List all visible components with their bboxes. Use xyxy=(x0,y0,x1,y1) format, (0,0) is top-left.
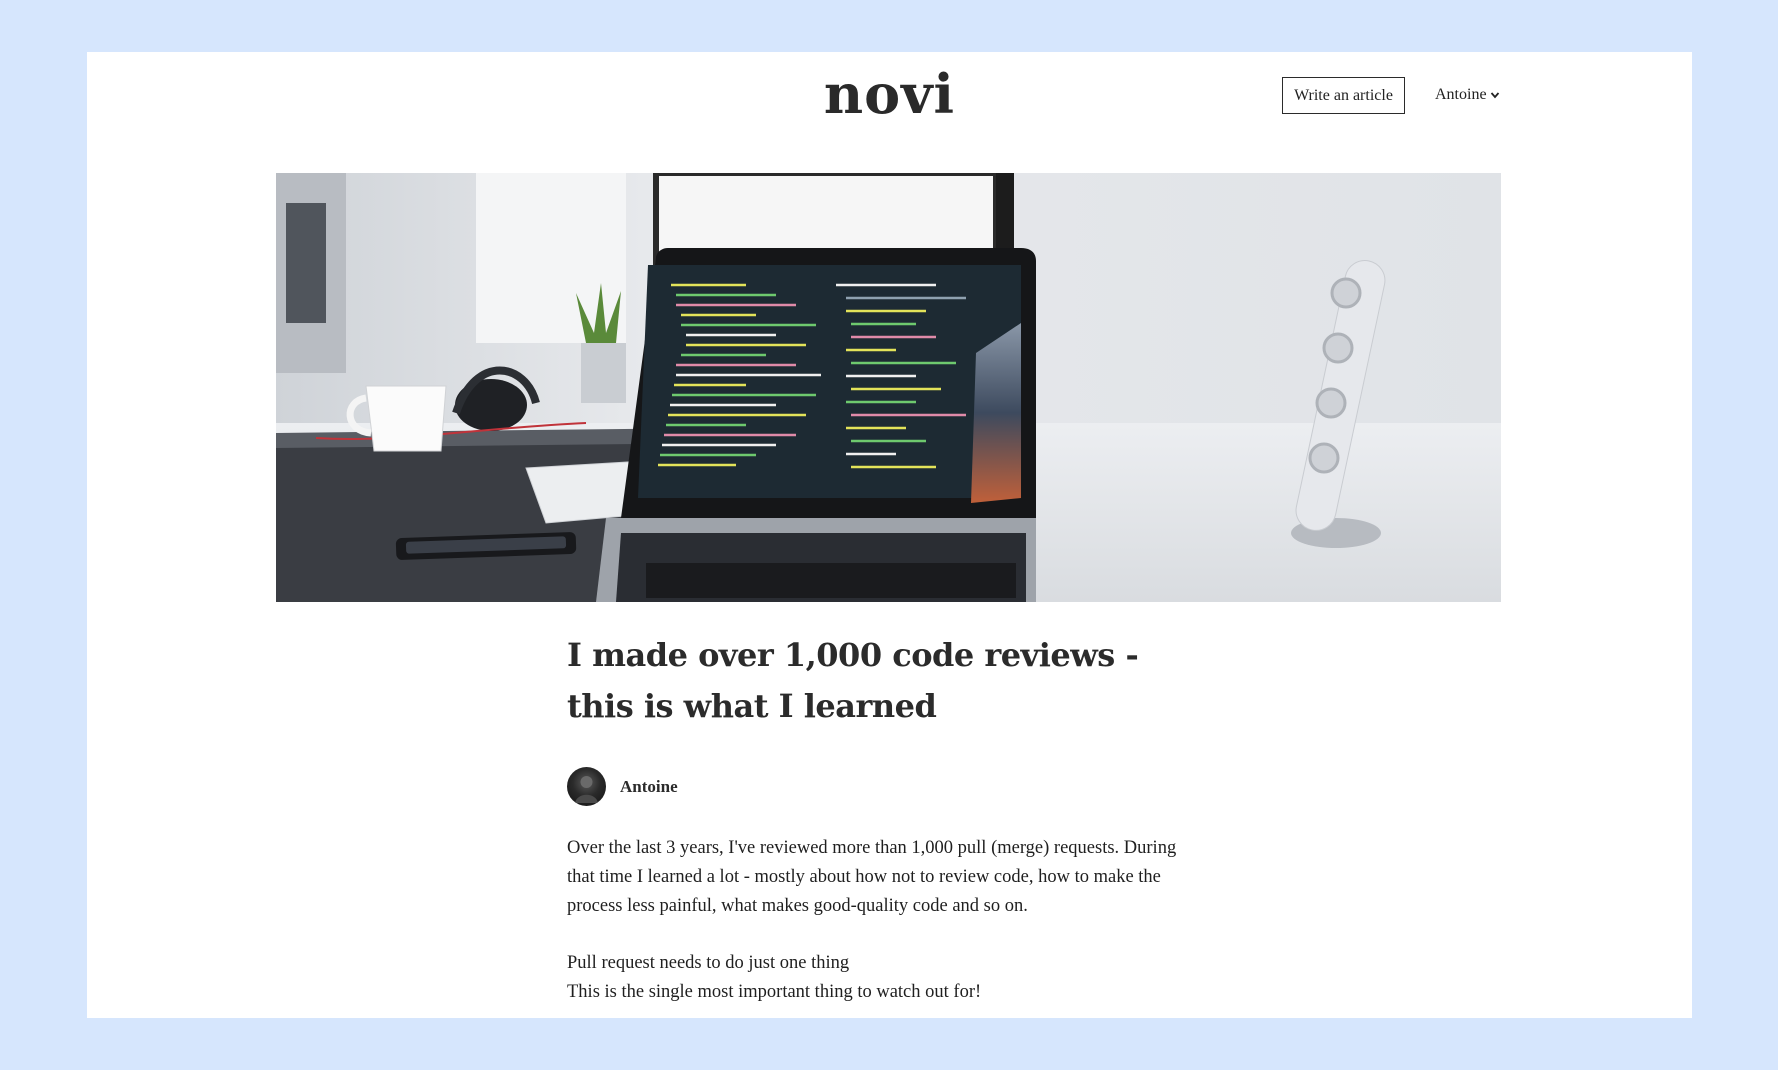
article-title: I made over 1,000 code reviews - this is… xyxy=(567,636,1139,725)
article-paragraph: Pull request needs to do just one thing xyxy=(567,953,850,973)
avatar[interactable] xyxy=(567,767,606,806)
write-article-button[interactable]: Write an article xyxy=(1282,77,1405,114)
article-paragraph: This is the single most important thing … xyxy=(567,982,982,1002)
article-body: Over the last 3 years, I've reviewed mor… xyxy=(567,834,1207,1007)
article-paragraph: Over the last 3 years, I've reviewed mor… xyxy=(567,838,1177,916)
author-byline[interactable]: Antoine xyxy=(567,767,678,806)
user-menu[interactable]: Antoine xyxy=(1435,86,1500,104)
chevron-down-icon xyxy=(1490,92,1499,99)
page-container: novi Write an article Antoine I made ove… xyxy=(87,52,1692,1018)
author-name[interactable]: Antoine xyxy=(620,777,678,797)
user-menu-label: Antoine xyxy=(1435,86,1487,103)
hero-image xyxy=(276,173,1501,602)
